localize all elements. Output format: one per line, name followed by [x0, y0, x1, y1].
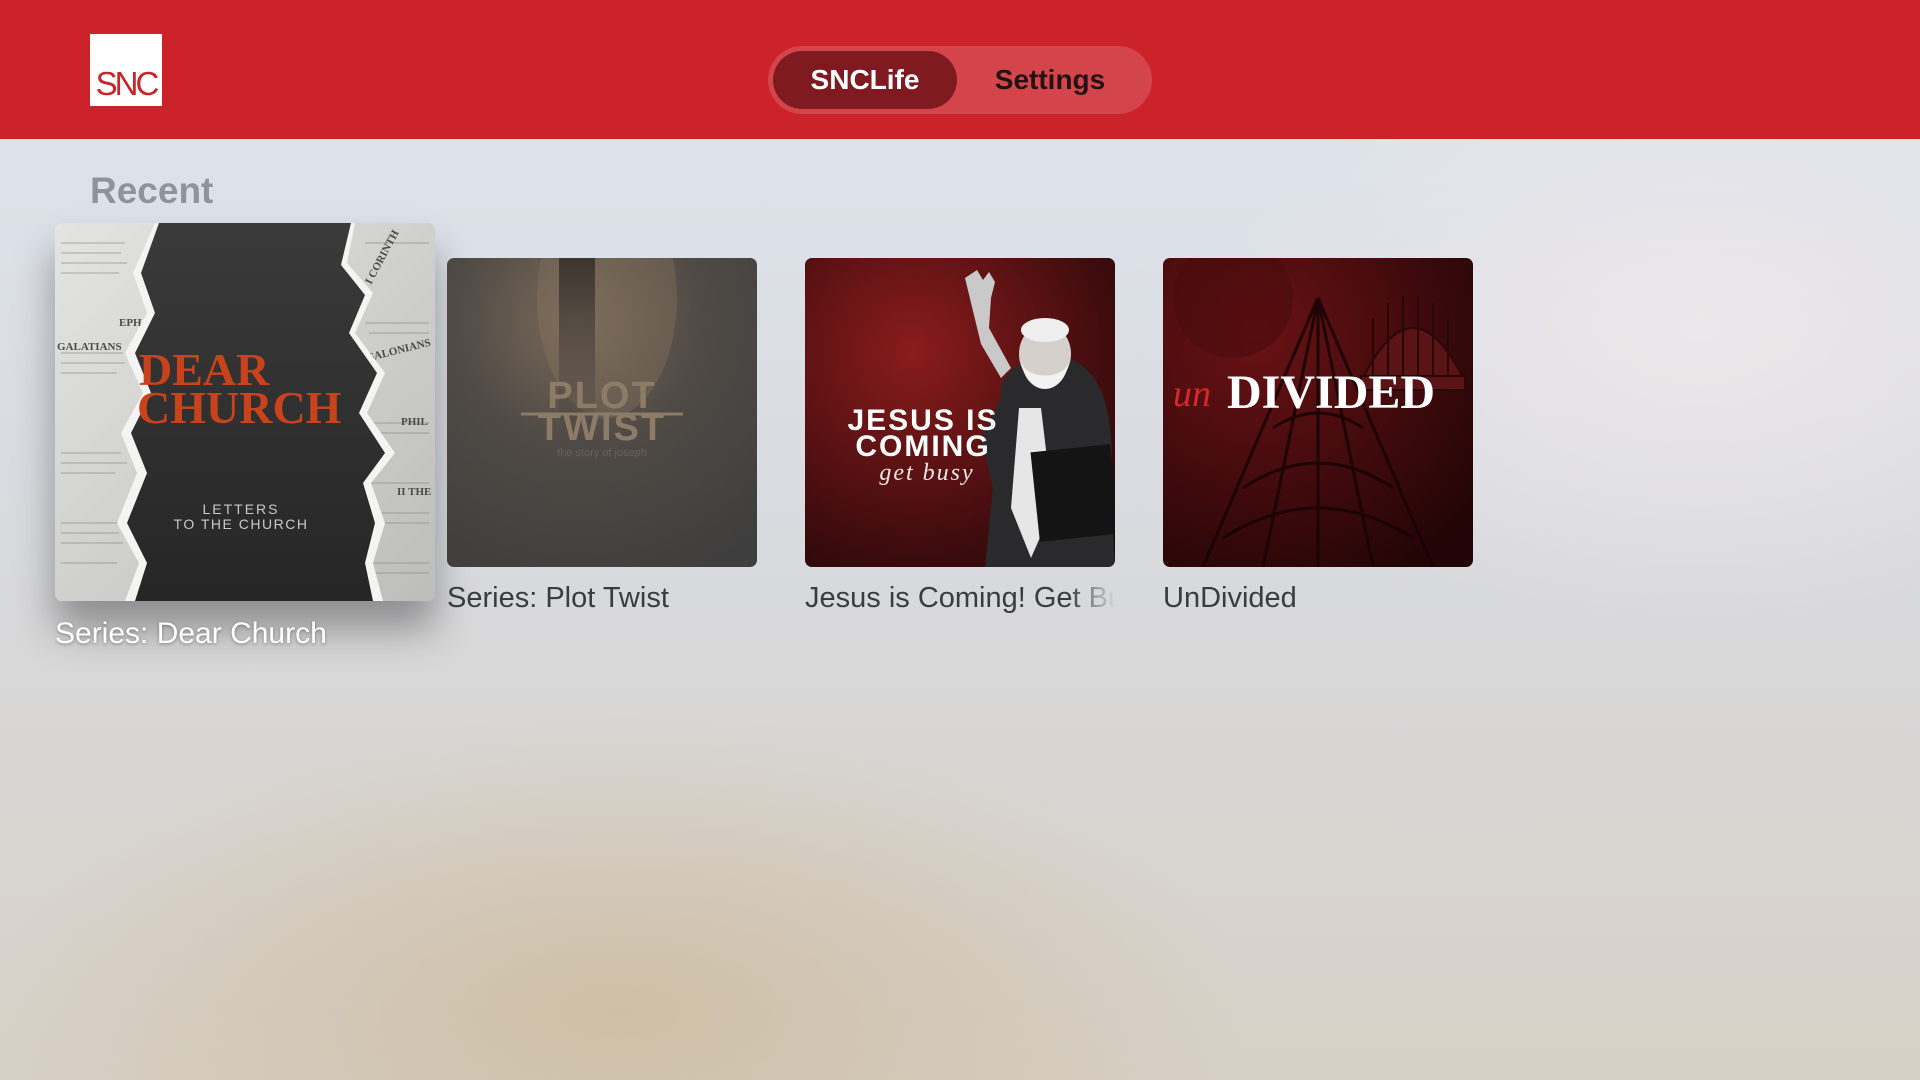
top-bar: SNC SNCLife Settings — [0, 0, 1920, 139]
card-plot-twist[interactable]: PLOT TWIST the story of joseph Series: P… — [447, 258, 757, 622]
tab-snclife-label: SNCLife — [810, 64, 920, 95]
card-title-undivided: UnDivided — [1163, 582, 1297, 614]
artwork-plot-twist: PLOT TWIST the story of joseph — [447, 258, 757, 567]
art-text-phil: PHIL — [401, 416, 428, 428]
art-text-ii-the: II THE — [397, 486, 431, 498]
tab-snclife[interactable]: SNCLife — [773, 51, 957, 109]
art-text-church: CHURCH — [137, 382, 342, 433]
card-title-dear-church: Series: Dear Church — [55, 617, 327, 650]
card-undivided[interactable]: un DIVIDED UnDivided — [1163, 258, 1473, 622]
card-title-jesus-is-coming: Jesus is Coming! Get Busy — [805, 582, 1115, 614]
artwork-dear-church: EPH GALATIANS I CORINTH SALONIANS PHIL I… — [55, 223, 435, 601]
card-jesus-is-coming[interactable]: JESUS IS COMING get busy Jesus is Coming… — [805, 258, 1115, 622]
art-text-coming: COMING — [855, 430, 990, 463]
snc-logo: SNC — [90, 34, 162, 106]
artwork-jesus-is-coming: JESUS IS COMING get busy — [805, 258, 1115, 567]
art-text-eph: EPH — [119, 317, 142, 329]
card-dear-church[interactable]: EPH GALATIANS I CORINTH SALONIANS PHIL I… — [55, 223, 435, 663]
tab-settings[interactable]: Settings — [957, 51, 1143, 109]
artwork-undivided: un DIVIDED — [1163, 258, 1473, 567]
art-text-letters: LETTERS — [202, 501, 279, 517]
logo-text: SNC — [95, 65, 160, 102]
art-text-galatians: GALATIANS — [57, 341, 122, 353]
art-text-story-of-joseph: the story of joseph — [557, 447, 647, 459]
section-title-recent: Recent — [90, 170, 214, 211]
tab-bar: SNCLife Settings — [768, 46, 1152, 114]
card-title-plot-twist: Series: Plot Twist — [447, 582, 669, 614]
art-text-un: un — [1173, 373, 1211, 415]
tab-settings-label: Settings — [994, 64, 1106, 95]
art-text-to-the-church: TO THE CHURCH — [174, 516, 309, 532]
art-text-get-busy: get busy — [879, 460, 974, 486]
art-text-divided: DIVIDED — [1227, 366, 1435, 419]
